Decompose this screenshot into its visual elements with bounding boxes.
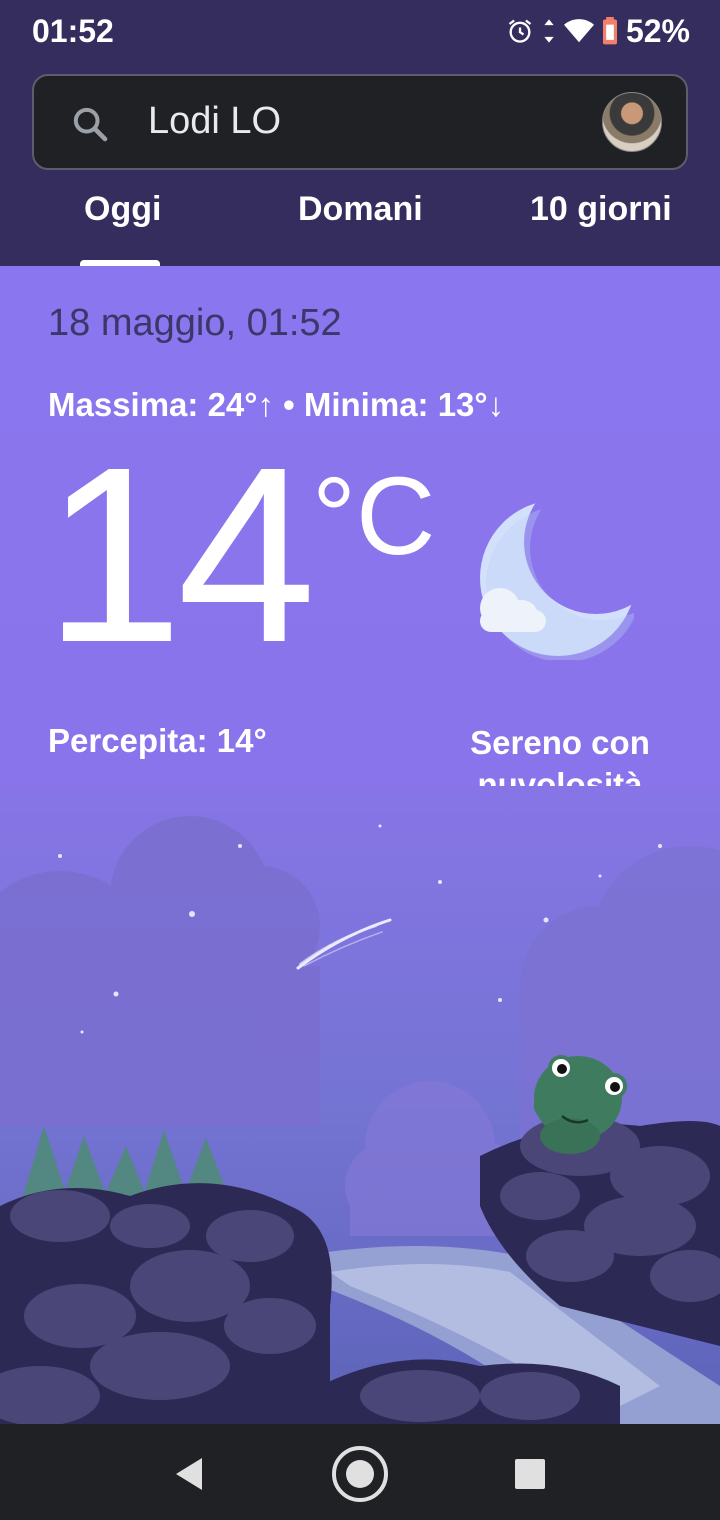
alarm-icon (508, 19, 532, 43)
app-header: Lodi LO Oggi Domani 10 giorni (0, 62, 720, 266)
status-bar: 01:52 52% (0, 0, 720, 62)
date-time: 18 maggio, 01:52 (48, 302, 342, 344)
recent-apps-icon[interactable] (500, 1444, 560, 1504)
tab-10-giorni-label: 10 giorni (530, 190, 672, 228)
wifi-icon (563, 19, 594, 43)
location-search-bar[interactable]: Lodi LO (32, 74, 688, 170)
home-icon[interactable] (330, 1444, 390, 1504)
tab-domani[interactable]: Domani (298, 190, 423, 266)
status-icons: 52% (506, 13, 690, 50)
weather-panel: 18 maggio, 01:52 Massima: 24°↑ • Minima:… (0, 266, 720, 1424)
feels-like: Percepita: 14° (48, 722, 267, 759)
tab-domani-label: Domani (298, 190, 423, 228)
night-landscape-illustration (0, 786, 720, 1424)
location-name[interactable]: Lodi LO (148, 100, 281, 143)
tab-oggi[interactable]: Oggi (84, 190, 161, 266)
tab-oggi-label: Oggi (84, 190, 162, 228)
account-avatar[interactable] (602, 92, 662, 152)
back-icon[interactable] (158, 1444, 218, 1504)
current-temperature: 14 (44, 415, 316, 694)
battery-percent: 52% (625, 12, 690, 49)
forecast-tabs: Oggi Domani 10 giorni (0, 190, 720, 266)
navigation-bar (0, 1424, 720, 1520)
data-arrows-icon (544, 19, 554, 43)
status-time: 01:52 (32, 12, 114, 49)
moon-cloud-icon (480, 500, 634, 660)
search-icon[interactable] (70, 104, 110, 144)
temperature-unit: °C (312, 455, 436, 578)
battery-icon (602, 17, 617, 45)
tab-10-giorni[interactable]: 10 giorni (530, 190, 672, 266)
